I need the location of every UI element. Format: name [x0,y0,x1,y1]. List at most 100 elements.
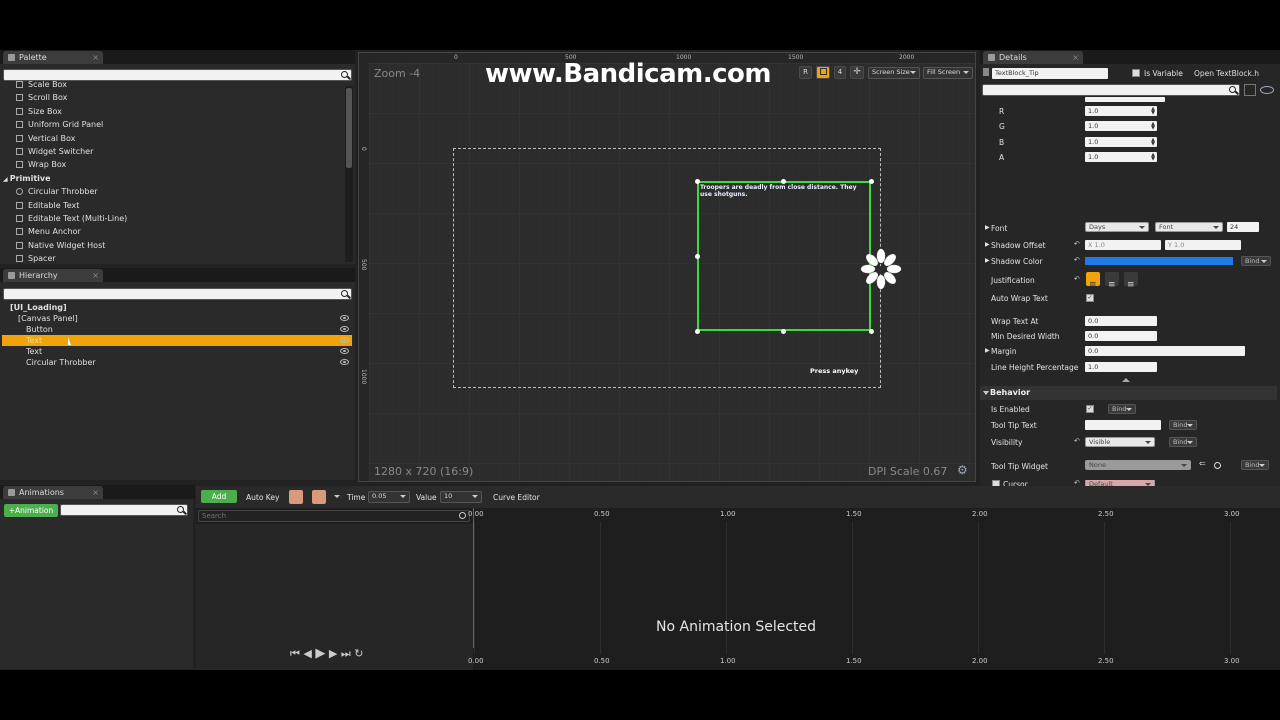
color-channel-field[interactable]: 1.0 ▲ ▼ [1085,136,1157,147]
hierarchy-row[interactable]: Button [2,324,352,335]
align-left-button[interactable]: ≡ [1086,272,1100,290]
palette-item[interactable]: Native Widget Host [16,239,105,252]
tooltip-text-bind-dropdown[interactable]: Bind [1169,420,1197,430]
palette-item[interactable]: Editable Text (Multi-Line) [16,212,127,225]
palette-item[interactable]: Circular Throbber [16,185,98,198]
resize-handle[interactable] [695,329,700,334]
palette-item[interactable]: Size Box [16,105,62,118]
visibility-eye-icon[interactable] [340,315,349,321]
browse-search-icon[interactable] [1214,462,1221,469]
palette-item[interactable]: Wrap Box [16,158,66,171]
line-height-field[interactable]: 1.0 [1085,362,1157,372]
anchor-flower-icon[interactable] [859,247,903,291]
shadow-color-swatch[interactable] [1085,257,1233,265]
add-animation-button[interactable]: +Animation [4,504,58,517]
animations-tab[interactable]: Animations × [3,486,103,499]
details-search-input[interactable] [986,85,1224,95]
snap-frames-button[interactable] [312,490,326,504]
color-channel-field[interactable]: 1.0 ▲ ▼ [1085,152,1157,163]
palette-scroll-thumb[interactable] [346,88,352,168]
animations-search-input[interactable] [64,505,172,515]
step-back-icon[interactable]: ◀ [303,647,311,660]
add-track-button[interactable]: Add [201,490,237,503]
resize-handle[interactable] [781,329,786,334]
tooltip-widget-dropdown[interactable]: None [1085,460,1191,470]
color-opacity-field[interactable] [1085,97,1165,102]
min-width-field[interactable]: 0.0 [1085,331,1157,341]
hierarchy-search-input[interactable] [7,289,336,299]
jump-start-icon[interactable]: ⏮ [290,647,300,660]
grid-snap-button[interactable] [816,66,830,79]
screen-size-dropdown[interactable]: Screen Size [868,67,920,79]
tooltip-text-field[interactable] [1085,420,1161,430]
wrap-at-field[interactable]: 0.0 [1085,316,1157,326]
tracks-search[interactable] [198,510,470,522]
selected-text-widget[interactable]: Troopers are deadly from close distance.… [697,181,871,331]
hierarchy-search[interactable] [3,288,352,300]
align-right-button[interactable]: ≡ [1124,272,1138,290]
resize-handle[interactable] [869,179,874,184]
details-search[interactable] [982,84,1240,96]
resize-handle[interactable] [869,329,874,334]
color-channel-field[interactable]: 1.0 ▲ ▼ [1085,106,1157,116]
font-size-field[interactable]: 24 [1227,222,1259,232]
behavior-section-header[interactable]: Behavior [980,386,1277,400]
hierarchy-row[interactable]: [Canvas Panel] [2,313,352,324]
snap-keys-button[interactable] [289,490,303,504]
palette-item[interactable]: Editable Text [16,199,79,212]
auto-wrap-checkbox[interactable]: ✓ [1086,294,1094,302]
close-icon[interactable]: × [92,269,99,282]
resize-handle[interactable] [781,179,786,184]
margin-expand-arrow[interactable]: ▶ [985,347,990,354]
transform-button[interactable]: ✛ [850,66,864,79]
hierarchy-row[interactable]: Circular Throbber [2,357,352,368]
jump-end-icon[interactable]: ⏭ [341,647,351,660]
visibility-eye-icon[interactable] [340,348,349,354]
font-family-dropdown[interactable]: Days [1085,222,1149,232]
grid-view-icon[interactable] [1244,84,1256,96]
hierarchy-tab[interactable]: Hierarchy × [3,269,103,282]
shadow-offset-y-field[interactable]: Y 1.0 [1165,240,1241,250]
visibility-eye-icon[interactable] [340,326,349,332]
play-icon[interactable]: ▶ [315,646,325,661]
palette-item[interactable]: Scale Box [16,78,67,91]
font-expand-arrow[interactable]: ▶ [985,224,990,231]
align-center-button[interactable]: ≡ [1105,272,1119,290]
tooltip-widget-bind-dropdown[interactable]: Bind [1241,460,1269,470]
close-icon[interactable]: × [1072,51,1079,64]
respect-locks-button[interactable]: R [799,66,812,79]
close-icon[interactable]: × [92,51,99,64]
shadow-offset-x-field[interactable]: X 1.0 [1085,240,1161,250]
shadow-color-bind-dropdown[interactable]: Bind [1241,256,1271,266]
reset-arrow-icon[interactable]: ↶ [1074,257,1080,264]
palette-category-primitive[interactable]: ◢ Primitive [3,172,51,185]
spinner-icon[interactable]: ▲ ▼ [1151,137,1155,146]
visibility-dropdown[interactable]: Visible [1085,437,1155,447]
animations-search[interactable] [60,504,188,516]
palette-tab[interactable]: Palette × [3,51,103,64]
grid-size-button[interactable]: 4 [834,66,846,79]
reset-arrow-icon[interactable]: ↶ [1074,438,1080,445]
designer-viewport[interactable]: 0 500 1000 1500 2000 0 500 1000 Zoom -4 www.Ba… [358,52,976,482]
is-variable-checkbox[interactable] [1132,69,1140,77]
palette-item[interactable]: Scroll Box [16,91,67,104]
loop-icon[interactable]: ↻ [354,647,363,660]
resize-handle[interactable] [695,254,700,259]
is-enabled-checkbox[interactable]: ✓ [1086,405,1094,413]
time-dropdown[interactable]: 0.05 [368,491,410,503]
palette-item[interactable]: Widget Switcher [16,145,93,158]
font-style-dropdown[interactable]: Font [1155,222,1223,232]
hierarchy-row[interactable]: [UI_Loading] [2,302,352,313]
step-forward-icon[interactable]: ▶ [329,647,337,660]
gear-icon[interactable]: ⚙ [957,463,968,477]
widget-name-field[interactable]: TextBlock_Tip [992,68,1108,79]
curve-editor-button[interactable]: Curve Editor [493,493,540,502]
details-tab[interactable]: Details × [983,51,1083,64]
reset-arrow-icon[interactable]: ↶ [1074,241,1080,248]
spinner-icon[interactable]: ▲ ▼ [1151,153,1155,162]
auto-key-label[interactable]: Auto Key [246,493,279,502]
shadow-offset-expand-arrow[interactable]: ▶ [985,241,990,248]
shadow-color-expand-arrow[interactable]: ▶ [985,257,990,264]
color-channel-field[interactable]: 1.0 ▲ ▼ [1085,121,1157,132]
visibility-eye-icon[interactable] [340,337,349,343]
